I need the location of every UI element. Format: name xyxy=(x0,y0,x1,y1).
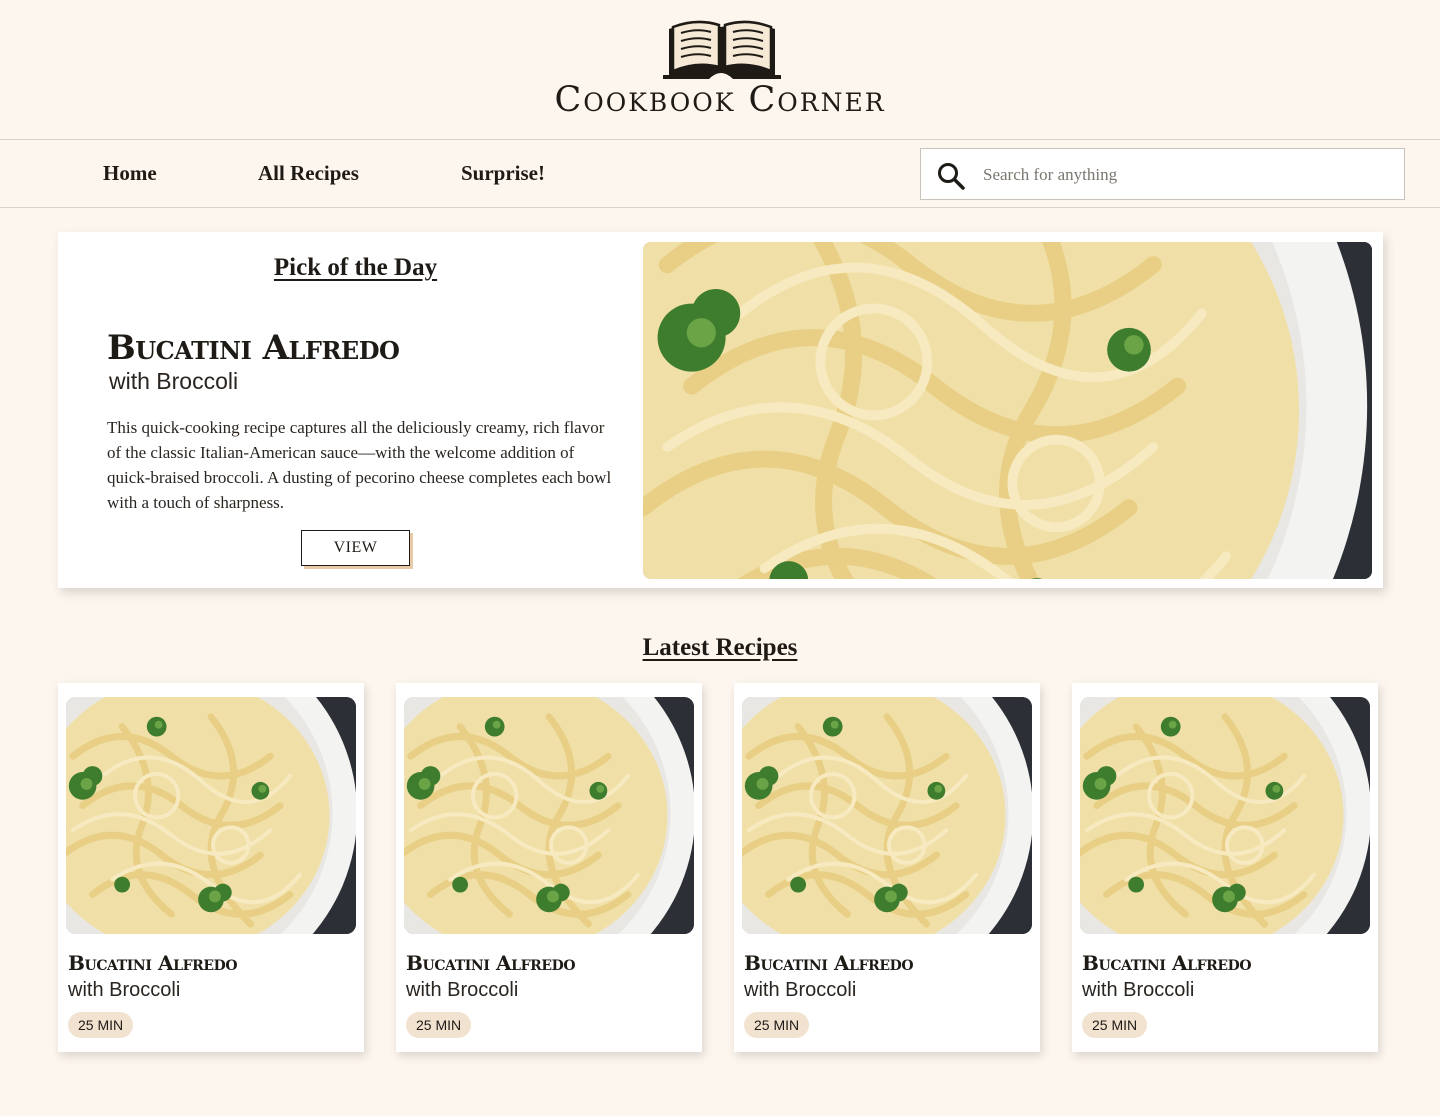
recipe-card-subtitle: with Broccoli xyxy=(406,979,519,1001)
main-nav: Home All Recipes Surprise! xyxy=(0,141,1440,208)
time-badge: 25 MIN xyxy=(1082,1012,1148,1038)
pick-recipe-description: This quick-cooking recipe captures all t… xyxy=(107,418,612,512)
nav-link-all-recipes[interactable]: All Recipes xyxy=(258,161,359,186)
site-title[interactable]: Cookbook Corner xyxy=(0,80,1440,120)
site-header: Cookbook Corner xyxy=(0,0,1440,140)
recipe-card-image[interactable] xyxy=(742,697,1032,934)
recipe-card-title[interactable]: Bucatini Alfredo xyxy=(744,951,914,975)
open-book-icon[interactable] xyxy=(659,17,785,81)
view-button[interactable]: VIEW xyxy=(301,530,410,566)
recipe-card-title[interactable]: Bucatini Alfredo xyxy=(406,951,576,975)
recipe-card-subtitle: with Broccoli xyxy=(1082,979,1195,1001)
recipe-card[interactable]: Bucatini Alfredo with Broccoli 25 MIN xyxy=(1072,683,1378,1052)
time-badge: 25 MIN xyxy=(744,1012,810,1038)
pick-heading: Pick of the Day xyxy=(273,254,438,281)
search-box[interactable] xyxy=(920,148,1405,200)
latest-recipes-heading: Latest Recipes xyxy=(642,634,798,661)
recipe-card-image[interactable] xyxy=(404,697,694,934)
search-input[interactable] xyxy=(983,159,1383,191)
recipe-card[interactable]: Bucatini Alfredo with Broccoli 25 MIN xyxy=(734,683,1040,1052)
pick-recipe-title: Bucatini Alfredo xyxy=(107,328,400,368)
recipe-card[interactable]: Bucatini Alfredo with Broccoli 25 MIN xyxy=(396,683,702,1052)
time-badge: 25 MIN xyxy=(68,1012,134,1038)
nav-link-surprise[interactable]: Surprise! xyxy=(461,161,545,186)
pick-of-the-day-card: Pick of the Day Bucatini Alfredo with Br… xyxy=(58,232,1383,588)
pick-recipe-subtitle: with Broccoli xyxy=(109,368,239,394)
recipe-card-image[interactable] xyxy=(66,697,356,934)
recipe-card-image[interactable] xyxy=(1080,697,1370,934)
pick-recipe-image[interactable] xyxy=(643,242,1372,579)
recipe-card-subtitle: with Broccoli xyxy=(68,979,181,1001)
nav-link-home[interactable]: Home xyxy=(103,161,157,186)
recipe-card-title[interactable]: Bucatini Alfredo xyxy=(68,951,238,975)
recipe-card[interactable]: Bucatini Alfredo with Broccoli 25 MIN xyxy=(58,683,364,1052)
search-icon[interactable] xyxy=(936,161,966,191)
recipe-card-title[interactable]: Bucatini Alfredo xyxy=(1082,951,1252,975)
time-badge: 25 MIN xyxy=(406,1012,472,1038)
recipe-card-subtitle: with Broccoli xyxy=(744,979,857,1001)
